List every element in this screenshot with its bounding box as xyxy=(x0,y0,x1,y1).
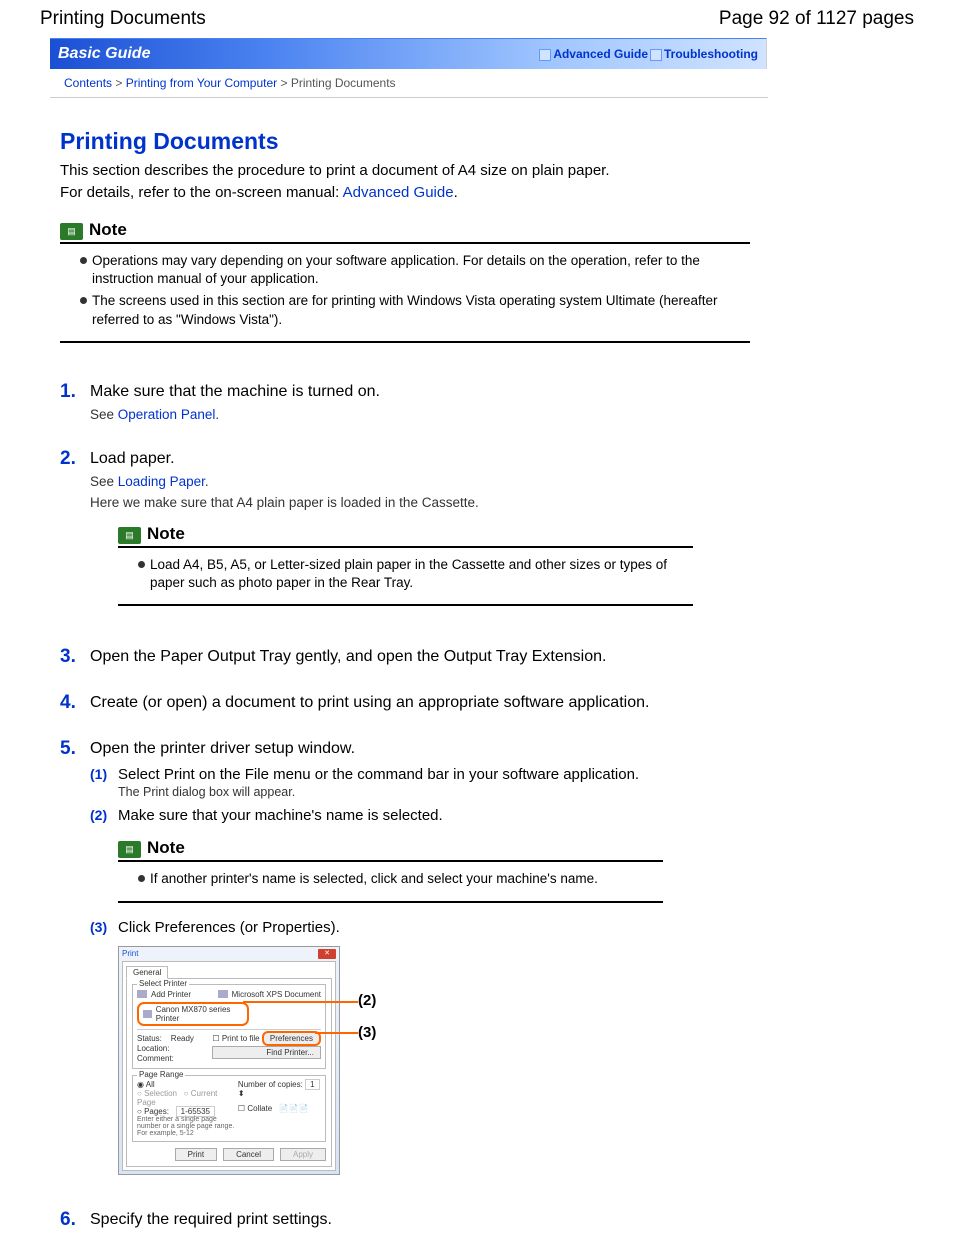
callout-2: (2) xyxy=(358,992,376,1009)
doc-title: Printing Documents xyxy=(40,8,206,30)
note-title: Note xyxy=(147,524,185,544)
substep-3: Click Preferences (or Properties). Print… xyxy=(90,919,750,1175)
intro-line-1: This section describes the procedure to … xyxy=(60,161,750,181)
xps-printer-item: Microsoft XPS Document xyxy=(218,989,321,1000)
guide-title: Basic Guide xyxy=(58,45,150,63)
step-3: Open the Paper Output Tray gently, and o… xyxy=(60,648,750,666)
advanced-guide-link[interactable]: Advanced Guide xyxy=(539,47,648,61)
operation-panel-link[interactable]: Operation Panel xyxy=(118,407,216,422)
note-icon: ▤ xyxy=(118,841,141,858)
note-bullet: Load A4, B5, A5, or Letter-sized plain p… xyxy=(138,556,693,592)
step-1: Make sure that the machine is turned on.… xyxy=(60,383,750,422)
substep-1-note: The Print dialog box will appear. xyxy=(118,785,750,799)
breadcrumb-contents[interactable]: Contents xyxy=(64,76,112,90)
general-tab: General xyxy=(126,966,168,979)
step-2: Load paper. See Loading Paper. Here we m… xyxy=(60,450,750,606)
print-button: Print xyxy=(175,1148,217,1161)
substep-2: Make sure that your machine's name is se… xyxy=(90,807,750,902)
step-4: Create (or open) a document to print usi… xyxy=(60,694,750,712)
note-icon: ▤ xyxy=(60,223,83,240)
troubleshooting-link[interactable]: Troubleshooting xyxy=(650,47,758,61)
close-icon: ✕ xyxy=(318,949,336,959)
add-printer-item: Add Printer xyxy=(137,989,191,1000)
header-bar: Basic Guide Advanced Guide Troubleshooti… xyxy=(50,38,767,69)
page-title: Printing Documents xyxy=(60,128,750,155)
dialog-title: Print xyxy=(122,949,138,958)
breadcrumb: Contents > Printing from Your Computer >… xyxy=(50,69,768,98)
note-bullet: The screens used in this section are for… xyxy=(80,292,750,328)
step-5: Open the printer driver setup window. Se… xyxy=(60,740,750,1174)
selected-printer-highlight: Canon MX870 series Printer xyxy=(137,1002,249,1026)
find-printer-button: Find Printer... xyxy=(212,1046,321,1059)
callout-3: (3) xyxy=(358,1024,376,1041)
substep-1: Select Print on the File menu or the com… xyxy=(90,766,750,799)
note-title: Note xyxy=(89,220,127,240)
apply-button: Apply xyxy=(280,1148,326,1161)
print-dialog-screenshot: Print ✕ General Select Printer xyxy=(118,946,340,1175)
preferences-button-highlight: Preferences xyxy=(262,1031,321,1046)
page-indicator: Page 92 of 1127 pages xyxy=(719,8,914,30)
note-bullet: Operations may vary depending on your so… xyxy=(80,252,750,288)
top-note: ▤ Note Operations may vary depending on … xyxy=(60,220,750,343)
note-bullet: If another printer's name is selected, c… xyxy=(138,870,663,888)
note-icon: ▤ xyxy=(118,527,141,544)
step-2-extra: Here we make sure that A4 plain paper is… xyxy=(90,495,750,510)
advanced-guide-inline-link[interactable]: Advanced Guide xyxy=(343,184,454,201)
loading-paper-link[interactable]: Loading Paper xyxy=(118,474,205,489)
intro-line-2-prefix: For details, refer to the on-screen manu… xyxy=(60,184,343,201)
step-6: Specify the required print settings. xyxy=(60,1211,750,1229)
cancel-button: Cancel xyxy=(223,1148,274,1161)
breadcrumb-current: Printing Documents xyxy=(291,76,396,90)
note-title: Note xyxy=(147,838,185,858)
breadcrumb-printing-from[interactable]: Printing from Your Computer xyxy=(126,76,277,90)
